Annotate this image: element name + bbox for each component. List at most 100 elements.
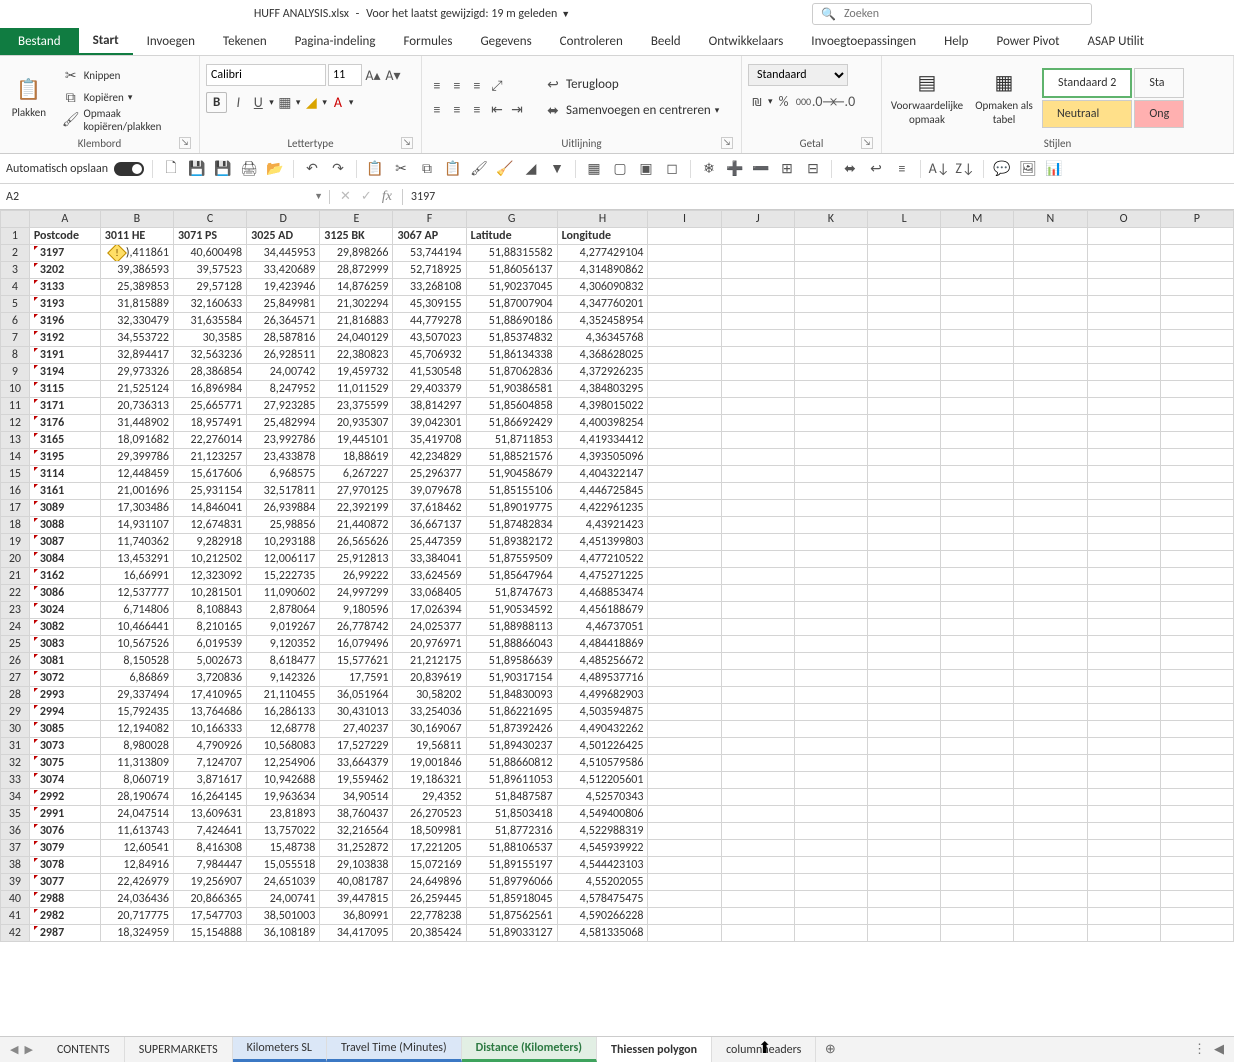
align-right-icon[interactable]: ≡ [468,101,486,119]
grid-cell[interactable]: 12,323092 [173,568,246,585]
row-header[interactable]: 20 [1,551,30,568]
grid-cell[interactable] [941,330,1014,347]
grid-cell[interactable]: 3072 [29,670,100,687]
grid-cell[interactable] [1014,823,1087,840]
tab-powerpivot[interactable]: Power Pivot [982,28,1073,55]
print-icon[interactable]: 🖨 [239,159,259,179]
grid-cell[interactable]: 33,254036 [393,704,466,721]
row-header[interactable]: 41 [1,908,30,925]
row-header[interactable]: 8 [1,347,30,364]
grid-cell[interactable] [941,585,1014,602]
row-header[interactable]: 37 [1,840,30,857]
font-name-select[interactable] [206,64,326,86]
grid-cell[interactable] [648,721,721,738]
grid-cell[interactable] [868,908,941,925]
grid-cell[interactable] [1014,653,1087,670]
grid-cell[interactable] [941,313,1014,330]
grid-cell[interactable] [794,483,867,500]
chevron-down-icon[interactable]: ▾ [349,97,354,108]
grid-cell[interactable]: 24,00742 [247,364,320,381]
grid-cell[interactable] [868,398,941,415]
column-header[interactable]: N [1014,211,1087,228]
grid-cell[interactable]: 22,380823 [320,347,393,364]
grid-cell[interactable] [1160,500,1233,517]
row-header[interactable]: 12 [1,415,30,432]
grid-cell[interactable] [868,806,941,823]
grid-cell[interactable] [721,602,794,619]
grid-cell[interactable]: 4,347760201 [557,296,648,313]
align-center-icon[interactable]: ≡ [448,101,466,119]
grid-cell[interactable]: 23,81893 [247,806,320,823]
grid-cell[interactable]: 51,88690186 [466,313,557,330]
increase-decimal-icon[interactable]: .0→ [815,92,833,110]
cell-style-sta[interactable]: Sta [1134,68,1184,98]
row-header[interactable]: 36 [1,823,30,840]
row-header[interactable]: 16 [1,483,30,500]
grid-cell[interactable]: 33,624569 [393,568,466,585]
row-header[interactable]: 10 [1,381,30,398]
grid-cell[interactable] [721,806,794,823]
grid-cell[interactable] [868,364,941,381]
grid-cell[interactable] [941,806,1014,823]
grid-cell[interactable]: 22,392199 [320,500,393,517]
grid-cell[interactable]: 24,036436 [100,891,173,908]
tab-asap[interactable]: ASAP Utilit [1074,28,1158,55]
center-icon[interactable]: ≡ [892,159,912,179]
grid-cell[interactable]: 4,549400806 [557,806,648,823]
grid-cell[interactable]: 4,499682903 [557,687,648,704]
grid-cell[interactable] [941,891,1014,908]
grid-cell[interactable]: 37,618462 [393,500,466,517]
row-header[interactable]: 27 [1,670,30,687]
grid-cell[interactable]: 20,866365 [173,891,246,908]
grid-cell[interactable] [648,874,721,891]
grid-cell[interactable]: 4,372926235 [557,364,648,381]
grid-cell[interactable]: 35,419708 [393,432,466,449]
grid-cell[interactable] [941,279,1014,296]
grid-cell[interactable] [1160,585,1233,602]
grid-cell[interactable]: 12,006117 [247,551,320,568]
grid-cell[interactable]: 51,85647964 [466,568,557,585]
grid-cell[interactable] [794,466,867,483]
grid-cell[interactable] [941,449,1014,466]
grid-cell[interactable]: 24,649896 [393,874,466,891]
grid-cell[interactable]: 24,025377 [393,619,466,636]
insert-rows-icon[interactable]: ➕ [725,159,745,179]
grid-cell[interactable] [941,466,1014,483]
grid-cell[interactable] [1014,415,1087,432]
grid-cell[interactable]: 4,277429104 [557,245,648,262]
grid-cell[interactable]: 19,256907 [173,874,246,891]
grid-cell[interactable] [868,891,941,908]
italic-button[interactable]: I [229,94,247,112]
grid-cell[interactable] [794,551,867,568]
header-cell[interactable]: 3125 BK [320,228,393,245]
header-cell[interactable]: 3067 AP [393,228,466,245]
grid-cell[interactable]: 12,448459 [100,466,173,483]
wrap-icon[interactable]: ↩ [866,159,886,179]
grid-cell[interactable]: 2988 [29,891,100,908]
grid-cell[interactable] [648,551,721,568]
row-header[interactable]: 3 [1,262,30,279]
grid-cell[interactable]: 33,664379 [320,755,393,772]
grid-cell[interactable] [1087,551,1160,568]
grid-cell[interactable]: 8,416308 [173,840,246,857]
grid-cell[interactable]: 4,512205601 [557,772,648,789]
grid-cell[interactable]: 3194 [29,364,100,381]
header-cell[interactable]: Postcode [29,228,100,245]
indent-increase-icon[interactable]: ⇥ [508,101,526,119]
grid-cell[interactable]: 3077 [29,874,100,891]
grid-cell[interactable]: 40,600498 [173,245,246,262]
grid-cell[interactable] [648,585,721,602]
grid-cell[interactable] [721,789,794,806]
cell-style-standard2[interactable]: Standaard 2 [1042,68,1132,98]
grid-cell[interactable] [1160,891,1233,908]
grid-cell[interactable]: 10,942688 [247,772,320,789]
grid-cell[interactable] [941,432,1014,449]
sort-asc-icon[interactable]: A↓ [929,159,949,179]
grid-cell[interactable]: 10,293188 [247,534,320,551]
grid-cell[interactable] [1014,874,1087,891]
format-as-table-button[interactable]: ▦ Opmaken als tabel [972,65,1036,131]
grid-cell[interactable] [648,857,721,874]
grid-cell[interactable]: 25,389853 [100,279,173,296]
grid-cell[interactable] [1160,908,1233,925]
grid-cell[interactable]: 22,276014 [173,432,246,449]
